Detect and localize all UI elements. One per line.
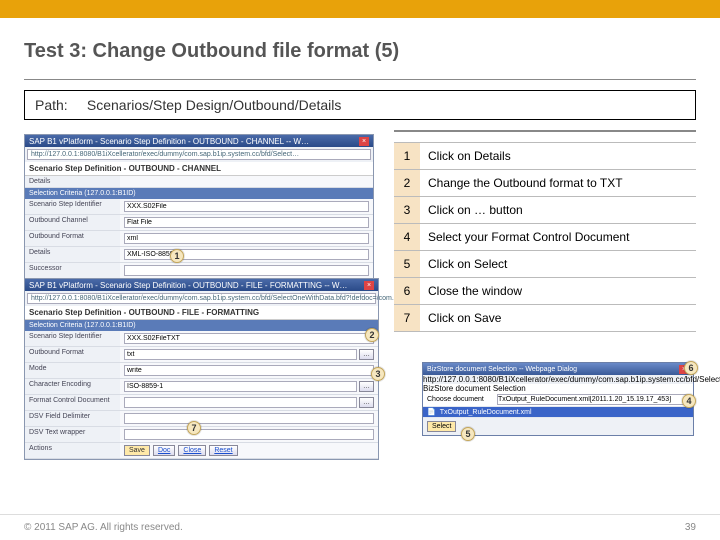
callout-4: 4: [682, 394, 696, 408]
steps-top-rule: [394, 130, 696, 132]
dots-button[interactable]: …: [359, 349, 374, 360]
win2-heading: Scenario Step Definition - OUTBOUND - FI…: [25, 306, 378, 320]
step-desc: Change the Outbound format to TXT: [420, 170, 696, 197]
brand-goldbar: [0, 0, 720, 18]
charset-field[interactable]: [124, 381, 357, 392]
win1-details-label: Details: [25, 176, 120, 187]
table-row: 2Change the Outbound format to TXT: [394, 170, 696, 197]
step-desc: Click on Details: [420, 143, 696, 170]
step-desc: Click on Save: [420, 305, 696, 332]
callout-3: 3: [371, 367, 385, 381]
content-area: SAP B1 vPlatform - Scenario Step Definit…: [24, 130, 696, 470]
successor-field[interactable]: [124, 265, 369, 276]
win1-addressbar[interactable]: http://127.0.0.1:8080/B1iXcellerator/exe…: [27, 149, 371, 160]
format-control-doc-field[interactable]: [124, 397, 357, 408]
step-desc: Select your Format Control Document: [420, 224, 696, 251]
doc-item-name: TxOutput_RuleDocument.xml: [440, 409, 532, 416]
win1-row-label: Outbound Format: [25, 231, 120, 246]
step-num: 2: [394, 170, 420, 197]
step-desc: Click on Select: [420, 251, 696, 278]
path-box: Path: Scenarios/Step Design/Outbound/Det…: [24, 90, 696, 120]
dsv-field-delim-field[interactable]: [124, 413, 374, 424]
step-num: 1: [394, 143, 420, 170]
table-row: 5Click on Select: [394, 251, 696, 278]
win2-title: SAP B1 vPlatform - Scenario Step Definit…: [29, 281, 347, 290]
callout-1: 1: [170, 249, 184, 263]
win2-actions-label: Actions: [25, 443, 120, 458]
dialog-title: BizStore document Selection -- Webpage D…: [427, 366, 577, 373]
dots-button[interactable]: …: [359, 397, 374, 408]
win1-row-label: Details: [25, 247, 120, 262]
path-label: Path:: [35, 97, 83, 113]
page-title: Test 3: Change Outbound file format (5): [0, 18, 720, 73]
doc-item-selected[interactable]: 📄 TxOutput_RuleDocument.xml: [423, 407, 693, 418]
table-row: 4Select your Format Control Document: [394, 224, 696, 251]
dialog-titlebar: BizStore document Selection -- Webpage D…: [423, 363, 693, 375]
win1-row-label: Scenario Step Identifier: [25, 199, 120, 214]
dialog-heading: BizStore document Selection: [423, 384, 693, 393]
win1-title: SAP B1 vPlatform - Scenario Step Definit…: [29, 137, 309, 146]
callout-7: 7: [187, 421, 201, 435]
scenario-step-id-field[interactable]: [124, 201, 369, 212]
window-outbound-formatting: SAP B1 vPlatform - Scenario Step Definit…: [24, 278, 379, 460]
step-desc: Close the window: [420, 278, 696, 305]
save-button[interactable]: Save: [124, 445, 150, 456]
win2-row-label: Mode: [25, 363, 120, 378]
win1-row-label: Outbound Channel: [25, 215, 120, 230]
table-row: 3Click on … button: [394, 197, 696, 224]
reset-button[interactable]: Reset: [209, 445, 237, 456]
outbound-channel-field[interactable]: [124, 217, 369, 228]
bizstore-dialog: BizStore document Selection -- Webpage D…: [422, 362, 694, 436]
footer: © 2011 SAP AG. All rights reserved. 39: [0, 514, 720, 540]
callout-6: 6: [684, 361, 698, 375]
dsv-text-wrap-field[interactable]: [124, 429, 374, 440]
win2-row-label: Format Control Document: [25, 395, 120, 410]
outbound-format-field[interactable]: [124, 233, 369, 244]
win2-row-label: Scenario Step Identifier: [25, 331, 120, 346]
win2-addressbar[interactable]: http://127.0.0.1:8080/B1iXcellerator/exe…: [27, 293, 376, 304]
win1-row-label: Successor: [25, 263, 120, 278]
table-row: 7Click on Save: [394, 305, 696, 332]
win2-row-label: Outbound Format: [25, 347, 120, 362]
choose-doc-row: Choose document: [423, 393, 693, 407]
file-icon: 📄: [427, 408, 436, 416]
win1-section-header: Selection Criteria (127.0.0.1:B1ID): [25, 188, 373, 199]
mode-field[interactable]: [124, 365, 374, 376]
divider: [24, 79, 696, 80]
step-num: 7: [394, 305, 420, 332]
step-num: 4: [394, 224, 420, 251]
win1-titlebar: SAP B1 vPlatform - Scenario Step Definit…: [25, 135, 373, 147]
win2-titlebar: SAP B1 vPlatform - Scenario Step Definit…: [25, 279, 378, 291]
win2-section-header: Selection Criteria (127.0.0.1:B1ID): [25, 320, 378, 331]
close-icon[interactable]: ×: [359, 137, 369, 146]
callout-2: 2: [365, 328, 379, 342]
steps-table: 1Click on Details 2Change the Outbound f…: [394, 142, 696, 332]
table-row: 1Click on Details: [394, 143, 696, 170]
dialog-addressbar[interactable]: http://127.0.0.1:8080/B1iXcellerator/exe…: [423, 375, 693, 384]
step-num: 6: [394, 278, 420, 305]
close-icon[interactable]: ×: [364, 281, 374, 290]
win1-heading: Scenario Step Definition - OUTBOUND - CH…: [25, 162, 373, 176]
step-desc: Click on … button: [420, 197, 696, 224]
choose-doc-field[interactable]: [497, 394, 689, 405]
win2-row-label: DSV Text wrapper: [25, 427, 120, 442]
outbound-format-field[interactable]: [124, 349, 357, 360]
doc-button[interactable]: Doc: [153, 445, 175, 456]
scenario-step-id-field[interactable]: [124, 333, 374, 344]
step-num: 3: [394, 197, 420, 224]
close-button[interactable]: Close: [178, 445, 206, 456]
step-num: 5: [394, 251, 420, 278]
page-number: 39: [685, 522, 696, 533]
select-button[interactable]: Select: [427, 421, 456, 432]
choose-doc-label: Choose document: [427, 396, 497, 403]
dots-button[interactable]: …: [359, 381, 374, 392]
path-value: Scenarios/Step Design/Outbound/Details: [87, 97, 341, 113]
win2-row-label: DSV Field Delimiter: [25, 411, 120, 426]
callout-5: 5: [461, 427, 475, 441]
table-row: 6Close the window: [394, 278, 696, 305]
copyright: © 2011 SAP AG. All rights reserved.: [24, 522, 183, 533]
win2-row-label: Character Encoding: [25, 379, 120, 394]
details-field[interactable]: [124, 249, 369, 260]
